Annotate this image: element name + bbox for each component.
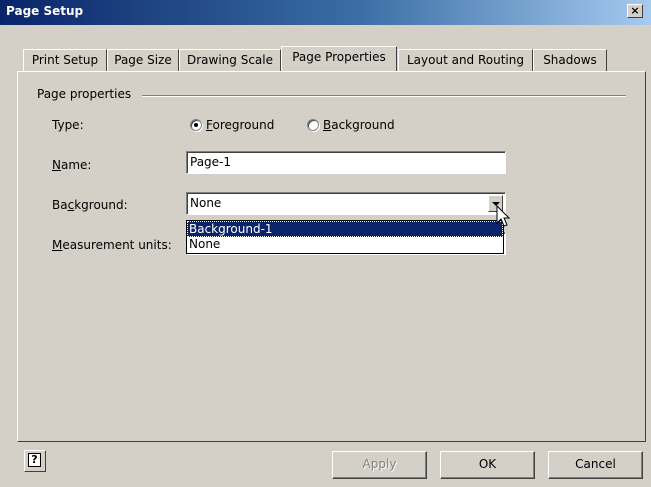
name-field-value: Page-1 [190,155,232,169]
foreground-label-rest: oreground [212,118,275,132]
group-divider [142,95,626,97]
background-label: Background: [52,198,128,212]
background-dropdown[interactable]: None [186,192,506,215]
background-dropdown-value: None [190,196,222,210]
dropdown-option-background-1[interactable]: Background-1 [187,221,503,237]
background-radio[interactable] [307,119,319,131]
page-setup-dialog: Page Setup × Print Setup Page Size Drawi… [0,0,651,487]
dropdown-option-none[interactable]: None [187,237,503,253]
measurement-units-label: Measurement units: [52,238,172,252]
foreground-radio[interactable] [190,119,202,131]
type-label: Type: [52,118,84,132]
background-label-rest: ackground [331,118,395,132]
foreground-radio-label[interactable]: Foreground [206,118,274,132]
mouse-pointer-icon [496,205,511,227]
background-radio-label[interactable]: Background [323,118,395,132]
group-title: Page properties [34,87,135,101]
radio-dot-icon [194,123,198,127]
name-field[interactable]: Page-1 [186,151,506,174]
background-dropdown-list[interactable]: Background-1 None [186,220,504,254]
name-label: Name: [52,158,92,172]
